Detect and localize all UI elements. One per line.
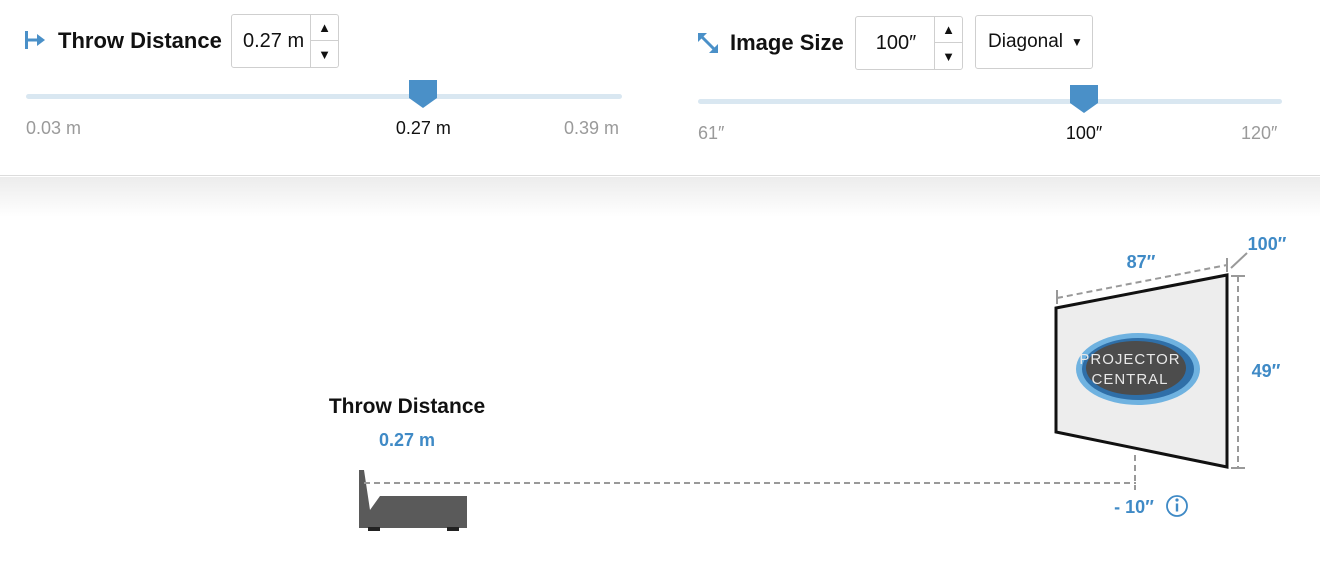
- projector-graphic: [359, 470, 467, 531]
- info-icon[interactable]: [1166, 495, 1188, 517]
- diagram-throw-title: Throw Distance: [329, 395, 485, 418]
- diagram-throw-value: 0.27 m: [379, 430, 435, 450]
- diagonal-marker-line: [1230, 252, 1248, 269]
- screen-height-label: 49″: [1252, 361, 1281, 381]
- projector-central-logo: PROJECTOR CENTRAL: [1076, 333, 1200, 405]
- logo-line-2: CENTRAL: [1091, 371, 1168, 388]
- throw-diagram: Throw Distance 0.27 m PROJECTOR CENTRAL …: [329, 234, 1287, 531]
- screen-width-label: 87″: [1127, 252, 1156, 272]
- screen-diagonal-label: 100″: [1248, 234, 1287, 254]
- logo-line-1: PROJECTOR: [1079, 351, 1180, 368]
- image-offset-label: - 10″: [1114, 497, 1154, 517]
